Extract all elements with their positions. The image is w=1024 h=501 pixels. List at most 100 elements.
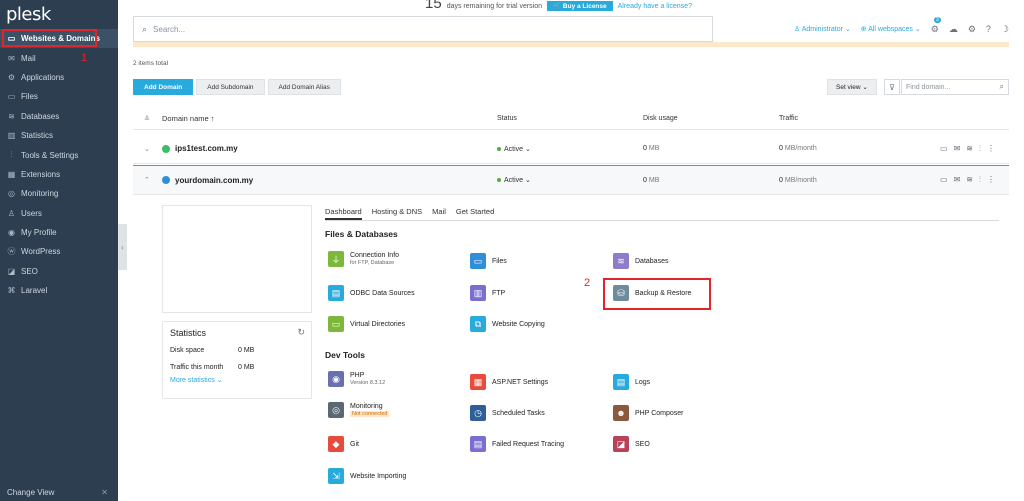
buy-license-button[interactable]: 🛒 Buy a License bbox=[547, 1, 613, 11]
trial-text: days remaining for trial version bbox=[446, 2, 543, 10]
sidebar-item-mail[interactable]: ✉ Mail bbox=[0, 48, 118, 67]
composer-icon: ☻ bbox=[613, 405, 629, 421]
search-input[interactable]: ⌕ Search... bbox=[133, 16, 713, 42]
change-view-button[interactable]: Change View ✕ bbox=[0, 484, 118, 501]
sidebar-item-label: Monitoring bbox=[21, 189, 59, 199]
sidebar-item-applications[interactable]: ⚙ Applications bbox=[0, 68, 118, 87]
mail-icon[interactable]: ✉ bbox=[954, 144, 961, 154]
sidebar-item-seo[interactable]: ◪ SEO bbox=[0, 262, 118, 281]
disk-usage-cell: 0 MB bbox=[643, 145, 659, 152]
table-row[interactable]: ⌃ yourdomain.com.my Active ⌄ 0 MB 0 MB/m… bbox=[133, 165, 1009, 195]
sliders-icon[interactable]: ⫶ bbox=[979, 175, 981, 185]
virtual-directories-tile[interactable]: ▭ Virtual Directories bbox=[328, 316, 405, 332]
sidebar-item-statistics[interactable]: ▥ Statistics bbox=[0, 126, 118, 145]
git-tile[interactable]: ◆ Git bbox=[328, 436, 359, 452]
tab-hosting-dns[interactable]: Hosting & DNS bbox=[372, 207, 422, 220]
sidebar-item-laravel[interactable]: ⌘ Laravel bbox=[0, 281, 118, 300]
sidebar-item-wordpress[interactable]: ⓦ WordPress bbox=[0, 242, 118, 261]
sidebar-item-users[interactable]: ♙ Users bbox=[0, 204, 118, 223]
tab-get-started[interactable]: Get Started bbox=[456, 207, 494, 220]
set-view-button[interactable]: Set view ⌄ bbox=[827, 79, 877, 95]
traffic-value: 0 bbox=[779, 176, 783, 184]
notifications-icon[interactable]: ⚙ 3 bbox=[931, 16, 941, 35]
logs-tile[interactable]: ▤ Logs bbox=[613, 374, 650, 390]
status-cell[interactable]: Active ⌄ bbox=[497, 145, 531, 153]
sidebar-item-extensions[interactable]: ▦ Extensions bbox=[0, 165, 118, 184]
connection-info-label: Connection Info bbox=[350, 252, 400, 259]
virtual-dirs-label: Virtual Directories bbox=[350, 320, 406, 328]
webspaces-label: All webspaces ⌄ bbox=[868, 26, 921, 33]
header-domain-name[interactable]: Domain name ↑ bbox=[162, 114, 215, 123]
website-copying-tile[interactable]: ⧉ Website Copying bbox=[470, 316, 545, 332]
have-license-link[interactable]: Already have a license? bbox=[618, 3, 692, 10]
sidebar-item-monitoring[interactable]: ◎ Monitoring bbox=[0, 184, 118, 203]
files-tile[interactable]: ▭ Files bbox=[470, 253, 507, 269]
folder-icon[interactable]: ▭ bbox=[940, 144, 948, 154]
odbc-tile[interactable]: ▤ ODBC Data Sources bbox=[328, 285, 415, 301]
add-subdomain-button[interactable]: Add Subdomain bbox=[196, 79, 265, 95]
tracing-icon: ▤ bbox=[470, 436, 486, 452]
sliders-icon[interactable]: ⫶ bbox=[979, 144, 981, 154]
filter-icon[interactable]: ⊽ bbox=[884, 79, 900, 95]
expand-all-icon[interactable]: ≙ bbox=[144, 115, 150, 123]
website-preview[interactable] bbox=[162, 205, 312, 313]
webspaces-menu[interactable]: ⊕ All webspaces ⌄ bbox=[861, 25, 921, 33]
plesk-logo[interactable]: plesk bbox=[6, 4, 51, 25]
add-domain-alias-button[interactable]: Add Domain Alias bbox=[267, 79, 341, 95]
folder-icon: ▭ bbox=[7, 92, 16, 102]
scheduled-tasks-tile[interactable]: ◷ Scheduled Tasks bbox=[470, 405, 545, 421]
website-importing-tile[interactable]: ⇲ Website Importing bbox=[328, 468, 406, 484]
logs-label: Logs bbox=[635, 378, 651, 386]
tab-mail[interactable]: Mail bbox=[432, 207, 446, 220]
seo-tile[interactable]: ◪ SEO bbox=[613, 436, 650, 452]
failed-request-tracing-tile[interactable]: ▤ Failed Request Tracing bbox=[470, 436, 564, 452]
add-domain-button[interactable]: Add Domain bbox=[133, 79, 194, 95]
domain-name[interactable]: yourdomain.com.my bbox=[175, 176, 253, 185]
copy-icon: ⧉ bbox=[470, 316, 486, 332]
table-row[interactable]: ⌄ ips1test.com.my Active ⌄ 0 MB 0 MB/mon… bbox=[133, 134, 1009, 164]
traffic-unit: MB/month bbox=[784, 176, 817, 184]
sidebar-item-files[interactable]: ▭ Files bbox=[0, 87, 118, 106]
cloud-icon[interactable]: ☁ bbox=[949, 24, 958, 35]
chevron-up-icon[interactable]: ⌃ bbox=[144, 176, 150, 184]
help-icon[interactable]: ? bbox=[986, 24, 991, 34]
status-cell[interactable]: Active ⌄ bbox=[497, 176, 531, 184]
sidebar-item-my-profile[interactable]: ◉ My Profile bbox=[0, 223, 118, 242]
chevron-down-icon[interactable]: ⌄ bbox=[144, 145, 150, 153]
collapse-sidebar-handle[interactable]: ‹ bbox=[118, 224, 127, 270]
theme-toggle-icon[interactable]: ☽ bbox=[1001, 24, 1009, 35]
more-statistics-link[interactable]: More statistics ⌄ bbox=[170, 376, 304, 384]
find-domain-input[interactable]: Find domain... ⌕ bbox=[901, 79, 1009, 95]
monitoring-tile[interactable]: ◎ Monitoring Not connected bbox=[328, 402, 390, 418]
database-icon[interactable]: ≋ bbox=[966, 144, 973, 154]
domain-name[interactable]: ips1test.com.my bbox=[175, 144, 238, 153]
status-dot bbox=[497, 178, 501, 182]
sidebar-item-label: WordPress bbox=[21, 247, 61, 257]
tab-dashboard[interactable]: Dashboard bbox=[325, 207, 362, 220]
close-icon[interactable]: ✕ bbox=[101, 488, 108, 497]
sidebar-item-label: Statistics bbox=[21, 131, 54, 141]
connection-info-sub: for FTP, Database bbox=[350, 260, 395, 266]
settings-icon[interactable]: ⚙ bbox=[968, 24, 976, 35]
mail-icon[interactable]: ✉ bbox=[954, 175, 961, 185]
sidebar: plesk ▭ Websites & Domains ✉ Mail ⚙ Applicati… bbox=[0, 0, 118, 501]
bar-chart-icon: ▥ bbox=[7, 131, 16, 141]
databases-tile[interactable]: ≋ Databases bbox=[613, 253, 668, 269]
aspnet-label: ASP.NET Settings bbox=[492, 378, 549, 386]
aspnet-settings-tile[interactable]: ▦ ASP.NET Settings bbox=[470, 374, 548, 390]
more-icon[interactable]: ⋮ bbox=[987, 175, 995, 185]
more-icon[interactable]: ⋮ bbox=[987, 144, 995, 154]
dev-tools-title: Dev Tools bbox=[325, 350, 365, 360]
php-tile[interactable]: ◉ PHP Version 8.3.12 bbox=[328, 371, 385, 387]
refresh-icon[interactable]: ↻ bbox=[297, 327, 305, 338]
folder-icon[interactable]: ▭ bbox=[940, 175, 948, 185]
panel-tabs: Dashboard Hosting & DNS Mail Get Started bbox=[325, 207, 999, 221]
sidebar-item-databases[interactable]: ≋ Databases bbox=[0, 107, 118, 126]
user-menu[interactable]: ♙ Administrator ⌄ bbox=[794, 25, 851, 33]
connection-info-tile[interactable]: ⏚ Connection Info for FTP, Database bbox=[328, 251, 399, 267]
php-composer-tile[interactable]: ☻ PHP Composer bbox=[613, 405, 684, 421]
database-icon[interactable]: ≋ bbox=[966, 175, 973, 185]
ftp-tile[interactable]: ▥ FTP bbox=[470, 285, 505, 301]
sidebar-item-tools-settings[interactable]: ⫶ Tools & Settings bbox=[0, 145, 118, 164]
database-icon: ≋ bbox=[613, 253, 629, 269]
